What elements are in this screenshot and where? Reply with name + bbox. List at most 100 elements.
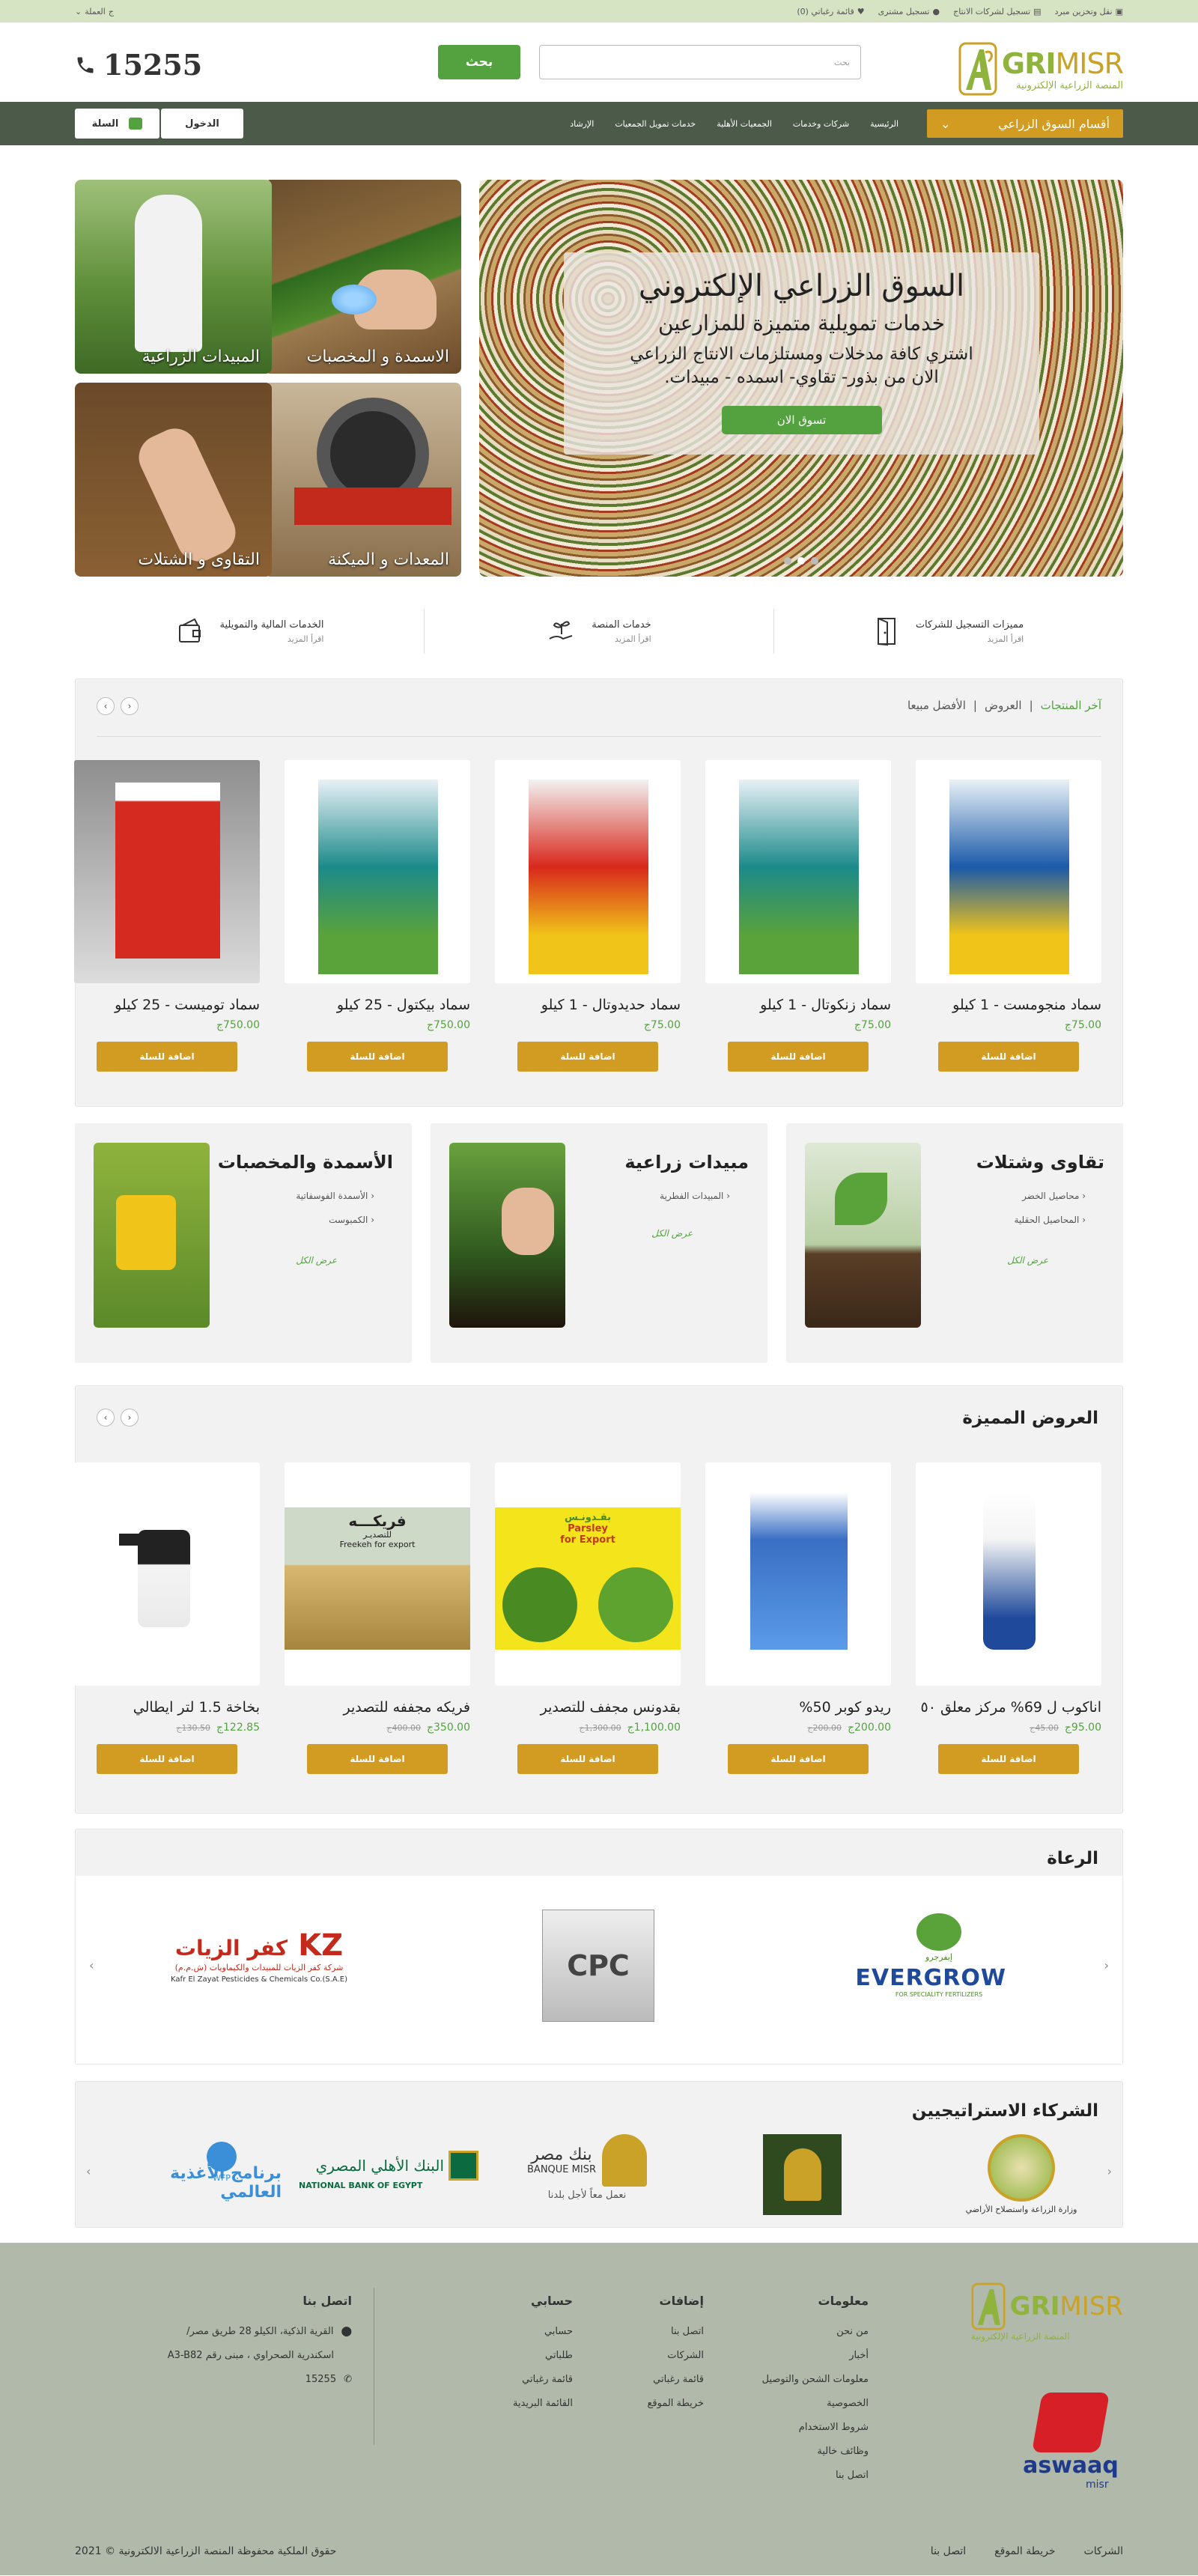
next-arrow-icon[interactable]: › [121, 697, 139, 715]
slider-dot-active[interactable] [797, 557, 805, 565]
footer-link[interactable]: اتصل بنا [647, 2326, 704, 2337]
shop-now-button[interactable]: تسوق الان [721, 406, 882, 435]
category-link[interactable]: ‹ الأسمدة الفوسفاتية [296, 1191, 374, 1201]
add-to-cart-button[interactable]: اضافة للسلة [728, 1744, 869, 1774]
tile-seeds[interactable]: التقاوى و الشتلات [75, 383, 272, 577]
categories-dropdown[interactable]: أقسام السوق الزراعي ⌄ [927, 109, 1123, 138]
slider-dot[interactable] [811, 557, 818, 565]
product-image [74, 1462, 260, 1686]
currency-dropdown[interactable]: ج العملة ⌄ [75, 7, 114, 16]
footer-link[interactable]: وظائف خالية [762, 2446, 869, 2457]
footer-link[interactable]: قائمة رغباتي [513, 2374, 573, 2385]
product-card[interactable]: سماد حديدوتال - 1 كيلو 75.00ج اضافة للسل… [495, 760, 681, 1072]
product-card[interactable]: فريكـــه للتصديـر Freekeh for export فريكه… [285, 1462, 470, 1774]
prev-arrow-icon[interactable]: ‹ [97, 697, 115, 715]
prev-arrow-icon[interactable]: ‹ [97, 1409, 115, 1427]
sponsor-kz-logo[interactable]: KZ كفر الزيات شركة كفر الزيات للمبيدات و… [136, 1928, 383, 2003]
product-card[interactable]: سماد بيكتول - 25 كيلو 750.00ج اضافة للسل… [285, 760, 470, 1072]
product-card[interactable]: بقـدونـس Parsley for Export بقدونس مجفف لل… [495, 1462, 681, 1774]
tab-latest[interactable]: آخر المنتجات [1041, 699, 1101, 712]
product-card[interactable]: ريدو كوبر 50% 200.00ج200.00ج اضافة للسلة [705, 1462, 891, 1774]
search-input[interactable]: بحث [539, 45, 861, 79]
category-link[interactable]: ‹ الكمبوست [296, 1215, 374, 1225]
footer-link-contact[interactable]: اتصل بنا [931, 2545, 966, 2557]
partner-agri-bank-logo[interactable] [763, 2134, 842, 2215]
add-to-cart-button[interactable]: اضافة للسلة [307, 1042, 448, 1072]
feature-financial-services[interactable]: الخدمات المالية والتمويلية اقرأ المزيد [75, 609, 424, 654]
hero-slider[interactable]: السوق الزراعي الإلكتروني خدمات تمويلية م… [479, 180, 1123, 577]
tile-machinery[interactable]: المعدات و الميكنة [264, 383, 461, 577]
partner-wfp-logo[interactable]: WFP برنامج الأغذية العالمي [117, 2142, 282, 2202]
product-card[interactable]: سماد منجومست - 1 كيلو 75.00ج اضافة للسلة [916, 760, 1101, 1072]
nav-financing[interactable]: خدمات تمويل الجمعيات [615, 119, 696, 129]
sponsor-evergrow-logo[interactable]: إيفرجرو EVERGROW FOR SPECIALITY FERTILIZ… [855, 1913, 1006, 2026]
footer-logo[interactable]: GRIMISR المنصة الزراعية الإلكترونية [971, 2282, 1123, 2342]
truck-icon: ▣ [1115, 6, 1123, 16]
nav-companies[interactable]: شركات وخدمات [793, 119, 849, 129]
top-link-wishlist[interactable]: ♥ قائمة رغباتي (0) [797, 7, 864, 16]
footer-link[interactable]: شروط الاستخدام [762, 2422, 869, 2433]
site-logo[interactable]: GRIMISR المنصة الزراعية الإلكترونية [958, 42, 1124, 96]
partner-banque-misr-logo[interactable]: بنك مصر BANQUE MISR نعمل معاً لأجل بلدنا [512, 2134, 662, 2217]
footer-link[interactable]: خريطة الموقع [647, 2398, 704, 2409]
add-to-cart-button[interactable]: اضافة للسلة [97, 1042, 237, 1072]
chevron-right-icon[interactable]: ‹ [1107, 2164, 1112, 2178]
chevron-right-icon[interactable]: ‹ [1104, 1958, 1109, 1972]
footer-link[interactable]: حسابي [513, 2326, 573, 2337]
top-link-buyer-register[interactable]: ● تسجيل مشترى [878, 7, 940, 16]
product-card[interactable]: سماد تومیست - 25 كيلو 750.00ج اضافة للسل… [74, 760, 260, 1072]
add-to-cart-button[interactable]: اضافة للسلة [938, 1744, 1079, 1774]
footer-link[interactable]: طلباتي [513, 2350, 573, 2361]
view-all-link[interactable]: عرض الكل [1007, 1255, 1048, 1266]
tab-offers[interactable]: العروض [985, 699, 1022, 712]
tab-bestsellers[interactable]: الأفضل مبيعا [907, 699, 966, 712]
category-link[interactable]: ‹ المحاصيل الحقلية [1014, 1215, 1086, 1225]
add-to-cart-button[interactable]: اضافة للسلة [517, 1042, 658, 1072]
add-to-cart-button[interactable]: اضافة للسلة [728, 1042, 869, 1072]
add-to-cart-button[interactable]: اضافة للسلة [307, 1744, 448, 1774]
view-all-link[interactable]: عرض الكل [296, 1255, 337, 1266]
add-to-cart-button[interactable]: اضافة للسلة [517, 1744, 658, 1774]
footer-link[interactable]: من نحن [762, 2326, 869, 2337]
footer-link[interactable]: الشركات [647, 2350, 704, 2361]
footer-link[interactable]: اتصل بنا [762, 2470, 869, 2481]
hotline: 15255 [75, 48, 202, 82]
nav-guidance[interactable]: الإرشاد [570, 119, 594, 129]
cart-button[interactable]: السلة [75, 109, 159, 139]
aswaaq-emblem [1031, 2393, 1110, 2452]
footer-link[interactable]: القائمة البريدية [513, 2398, 573, 2409]
aswaaq-logo[interactable]: aswaaq misr [1018, 2393, 1123, 2491]
add-to-cart-button[interactable]: اضافة للسلة [938, 1042, 1079, 1072]
login-button[interactable]: الدخول [161, 109, 243, 139]
partner-nbe-logo[interactable]: البنك الأهلي المصري NATIONAL BANK OF EGY… [299, 2151, 478, 2203]
footer-link[interactable]: أخبار [762, 2350, 869, 2361]
feature-platform-services[interactable]: خدمات المنصة اقرأ المزيد [424, 609, 773, 654]
chevron-left-icon[interactable]: › [89, 1958, 94, 1972]
footer-link[interactable]: معلومات الشحن والتوصيل [762, 2374, 869, 2385]
footer-link-sitemap[interactable]: خريطة الموقع [994, 2545, 1055, 2557]
slider-dot[interactable] [784, 557, 791, 565]
footer-link[interactable]: قائمة رغباتي [647, 2374, 704, 2385]
sponsor-cpc-logo[interactable]: CPC [542, 1910, 654, 2022]
chevron-left-icon[interactable]: › [86, 2164, 91, 2178]
add-to-cart-button[interactable]: اضافة للسلة [97, 1744, 237, 1774]
copyright: حقوق الملكية محفوظة المنصة الزراعية الال… [75, 2545, 337, 2557]
next-arrow-icon[interactable]: › [121, 1409, 139, 1427]
footer-link[interactable]: الخصوصية [762, 2398, 869, 2409]
top-link-company-register[interactable]: ▤ تسجيل لشركات الانتاج [953, 7, 1041, 16]
tile-pesticides[interactable]: المبيدات الزراعية [75, 180, 272, 374]
category-link[interactable]: ‹ المبيدات الفطرية [660, 1191, 730, 1201]
nav-home[interactable]: الرئيسية [870, 119, 898, 129]
nav-associations[interactable]: الجمعيات الأهلية [717, 119, 772, 129]
product-card[interactable]: اناكوب ل 69% مركز معلق ٥٠ 95.00ج45.00ج ا… [916, 1462, 1101, 1774]
product-card[interactable]: بخاخة 1.5 لتر ايطالي 122.85ج130.50ج اضاف… [74, 1462, 260, 1774]
tile-fertilizers[interactable]: الاسمدة و المخصبات [264, 180, 461, 374]
partner-ministry-logo[interactable]: وزارة الزراعة واستصلاح الأراضي [961, 2134, 1081, 2214]
feature-company-benefits[interactable]: مميزات التسجيل للشركات اقرأ المزيد [773, 609, 1123, 654]
product-card[interactable]: سماد زنكوتال - 1 كيلو 75.00ج اضافة للسلة [705, 760, 891, 1072]
top-link-cold-storage[interactable]: ▣ نقل وتخزين مبرد [1054, 7, 1123, 16]
category-link[interactable]: ‹ محاصيل الخضر [1014, 1191, 1086, 1201]
footer-link-companies[interactable]: الشركات [1084, 2545, 1123, 2557]
search-button[interactable]: بحث [438, 45, 520, 79]
view-all-link[interactable]: عرض الكل [651, 1228, 693, 1239]
